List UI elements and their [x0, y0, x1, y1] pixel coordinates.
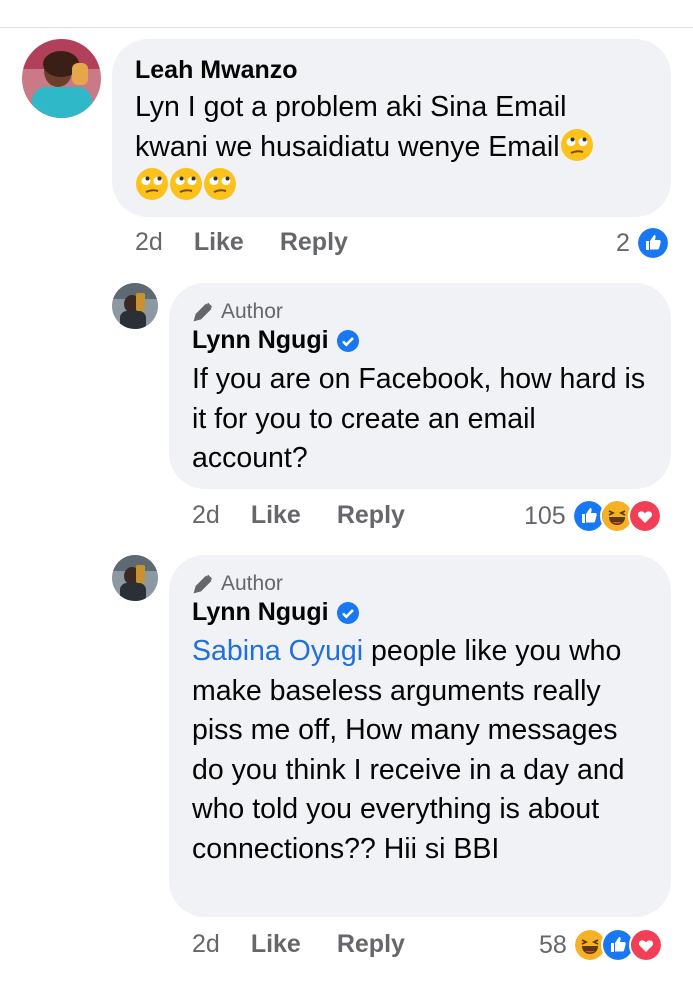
- reply-text: Sabina Oyugi people like you who make ba…: [192, 635, 625, 865]
- love-reaction-icon: [628, 928, 663, 962]
- eye-roll-emoji: [135, 167, 169, 201]
- pencil-icon: [193, 302, 213, 322]
- replier-name[interactable]: Lynn Ngugi: [192, 598, 359, 627]
- reaction-summary[interactable]: 58: [539, 928, 663, 962]
- reaction-summary[interactable]: 105: [524, 499, 662, 533]
- like-button[interactable]: Like: [194, 228, 244, 257]
- reply-text: If you are on Facebook, how hard is it f…: [192, 363, 646, 474]
- like-button[interactable]: Like: [251, 501, 301, 530]
- reaction-count: 58: [539, 930, 567, 959]
- commenter-name[interactable]: Leah Mwanzo: [135, 56, 298, 85]
- verified-badge-icon: [336, 330, 359, 353]
- reply-actions: 2d Like Reply: [192, 501, 405, 530]
- replier-name[interactable]: Lynn Ngugi: [192, 326, 359, 355]
- like-reaction-icon: [635, 226, 670, 260]
- author-badge: Author: [192, 300, 283, 324]
- reply-button[interactable]: Reply: [280, 228, 348, 257]
- timestamp[interactable]: 2d: [192, 501, 220, 530]
- avatar[interactable]: [112, 555, 158, 601]
- eye-roll-emoji: [169, 167, 203, 201]
- timestamp[interactable]: 2d: [135, 228, 163, 257]
- pencil-icon: [193, 574, 213, 594]
- eye-roll-emoji: [560, 128, 594, 162]
- reaction-summary[interactable]: 2: [616, 226, 670, 260]
- verified-badge-icon: [336, 602, 359, 625]
- reply-button[interactable]: Reply: [337, 501, 405, 530]
- love-reaction-icon: [627, 499, 662, 533]
- mention-link[interactable]: Sabina Oyugi: [192, 635, 363, 667]
- timestamp[interactable]: 2d: [192, 930, 220, 959]
- reply-button[interactable]: Reply: [337, 930, 405, 959]
- avatar[interactable]: [22, 39, 101, 118]
- avatar[interactable]: [112, 283, 158, 329]
- eye-roll-emoji: [203, 167, 237, 201]
- comment-actions: 2d Like Reply: [135, 228, 348, 257]
- divider-line: [0, 27, 693, 28]
- like-button[interactable]: Like: [251, 930, 301, 959]
- comment-text: Lyn I got a problem aki Sina Email kwani…: [135, 88, 635, 207]
- reaction-count: 2: [616, 228, 630, 257]
- author-badge: Author: [192, 572, 283, 596]
- reaction-count: 105: [524, 501, 566, 530]
- reply-actions: 2d Like Reply: [192, 930, 405, 959]
